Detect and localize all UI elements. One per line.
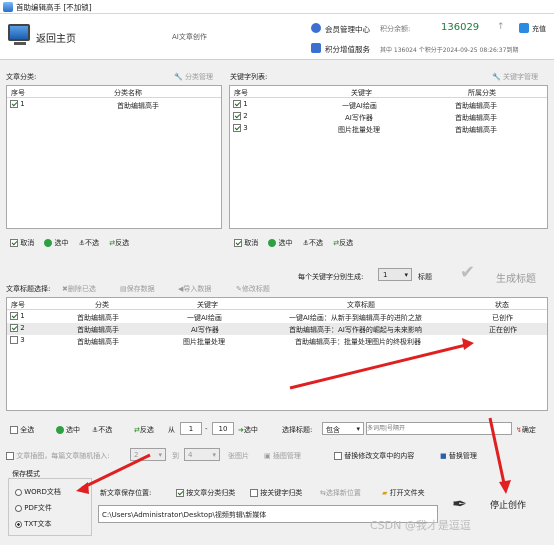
- watermark: CSDN @我才是逗逗: [370, 519, 471, 532]
- arrow-to-status: [289, 342, 471, 390]
- arrow-to-save-mode: [81, 453, 151, 490]
- arrowhead-stop: [499, 480, 511, 494]
- arrowhead-status: [462, 338, 474, 350]
- arrow-to-stop: [488, 417, 507, 489]
- annotation-arrows: [76, 338, 511, 494]
- arrowhead-save-mode: [76, 482, 89, 494]
